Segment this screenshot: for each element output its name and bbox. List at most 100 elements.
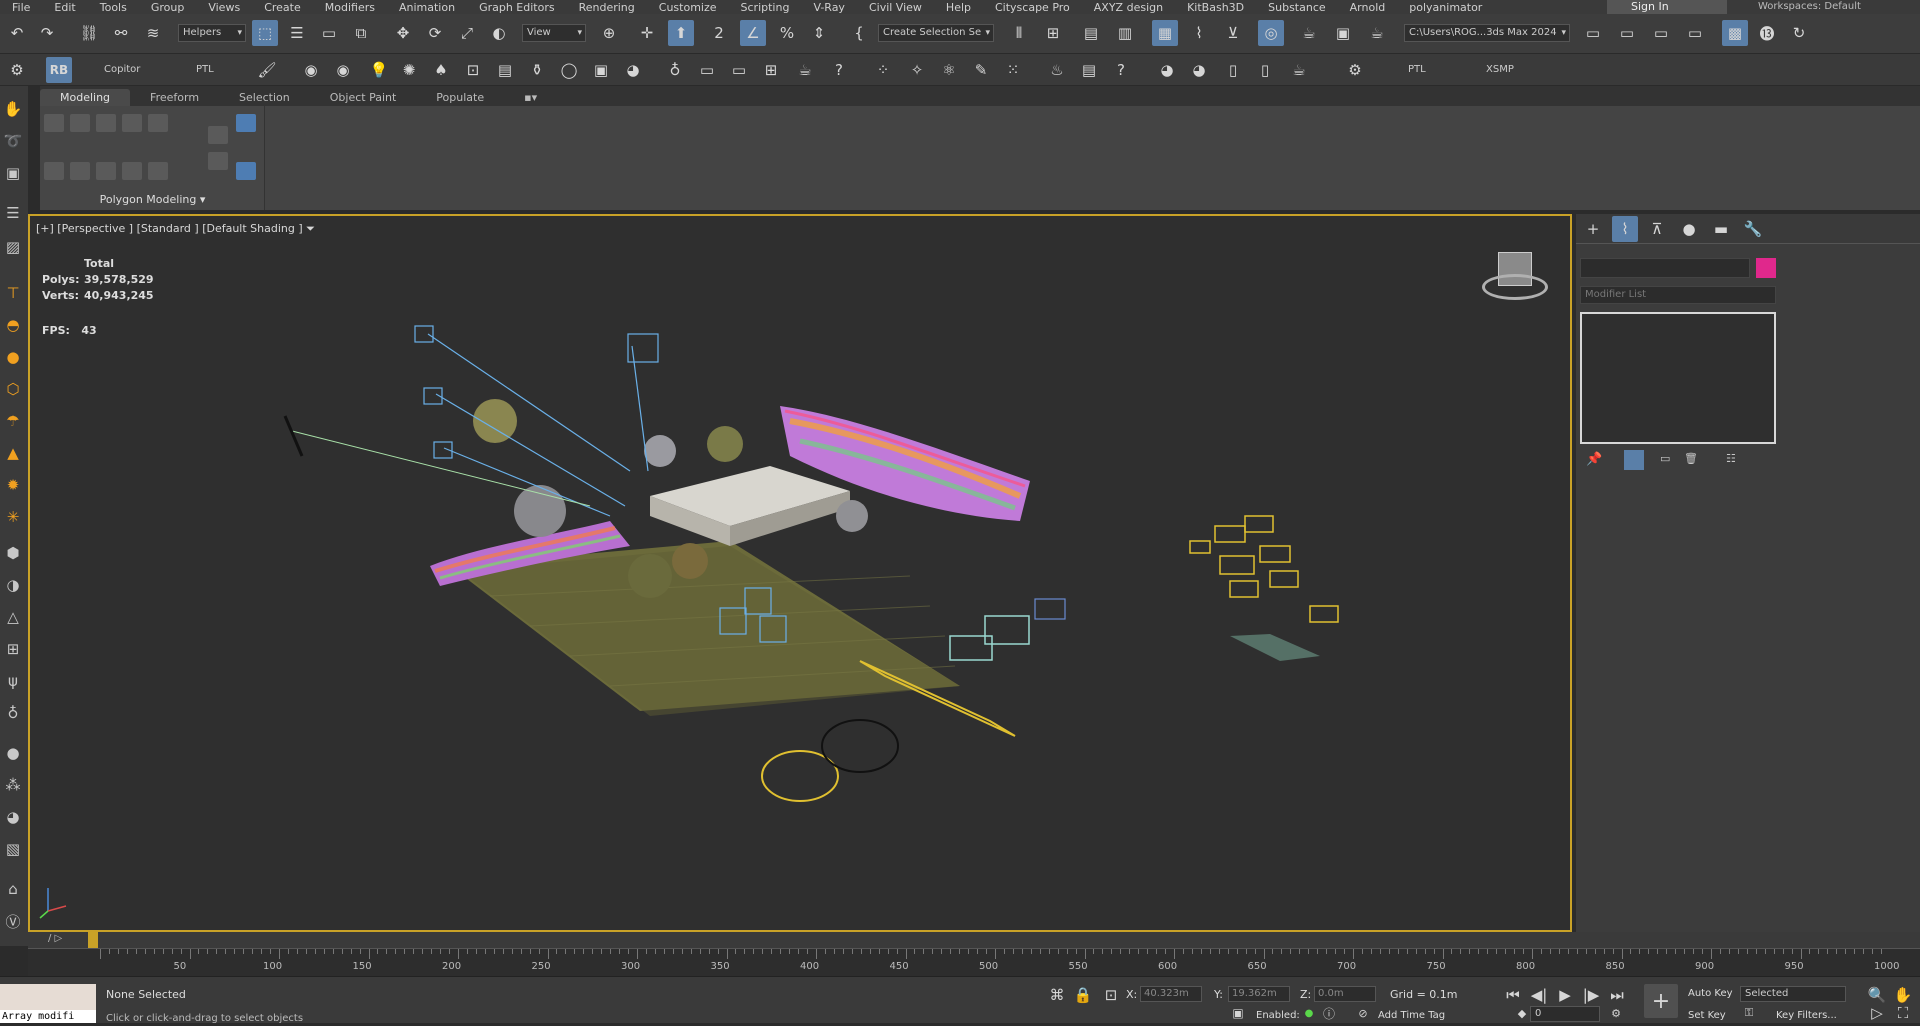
export-icon[interactable]: ▭: [1648, 20, 1674, 46]
umbrella-icon[interactable]: ☂: [2, 410, 24, 432]
refresh-icon[interactable]: ↻: [1786, 20, 1812, 46]
ribbon-panel-title[interactable]: Polygon Modeling ▾: [40, 190, 265, 210]
star-icon[interactable]: ✳: [2, 506, 24, 528]
grid-left-icon[interactable]: ⊞: [2, 638, 24, 660]
counter-icon[interactable]: ⓭: [1754, 20, 1780, 46]
motion-tab-icon[interactable]: ●: [1676, 216, 1702, 242]
tab-populate[interactable]: Populate: [416, 89, 504, 106]
bottle-icon[interactable]: ⚱: [524, 57, 550, 83]
z-coord-field[interactable]: 0.0m: [1314, 986, 1376, 1002]
workspace-selector[interactable]: Workspaces: Default: [1758, 0, 1861, 14]
snaps-toggle-icon[interactable]: 2: [706, 20, 732, 46]
menu-cityscape-pro[interactable]: Cityscape Pro: [983, 1, 1082, 14]
stack-icon[interactable]: [208, 126, 228, 144]
render-left-icon[interactable]: ▧: [2, 838, 24, 860]
enabled-dot-icon[interactable]: ●: [1300, 1004, 1318, 1022]
material-ball-icon[interactable]: ●: [2, 742, 24, 764]
move-icon[interactable]: ✥: [390, 20, 416, 46]
utilities-tab-icon[interactable]: 🔧: [1740, 216, 1766, 242]
menu-help[interactable]: Help: [934, 1, 983, 14]
select-by-name-icon[interactable]: ☰: [284, 20, 310, 46]
border-icon[interactable]: [96, 114, 116, 132]
percent-snap-icon[interactable]: %: [774, 20, 800, 46]
align-icon[interactable]: ⊞: [1040, 20, 1066, 46]
auto-key-button[interactable]: Auto Key: [1688, 988, 1733, 999]
rotate-icon[interactable]: ⟳: [422, 20, 448, 46]
object-name-field[interactable]: [1580, 258, 1750, 278]
menu-substance[interactable]: Substance: [1256, 1, 1338, 14]
show-result-icon[interactable]: [1624, 450, 1644, 470]
paint-ball-icon[interactable]: ◕: [2, 806, 24, 828]
pyramid-icon[interactable]: ▲: [2, 442, 24, 464]
edit-named-selection-icon[interactable]: {: [846, 20, 872, 46]
ribbon-options-icon[interactable]: ▪▾: [504, 89, 557, 106]
configure-icon[interactable]: ☷: [1726, 452, 1736, 465]
time-config-icon[interactable]: ⚙: [1606, 1004, 1626, 1022]
menu-modifiers[interactable]: Modifiers: [313, 1, 387, 14]
lock-icon[interactable]: 🔒: [1070, 982, 1096, 1008]
keyboard-shortcut-toggle-icon[interactable]: ⬆: [668, 20, 694, 46]
time-slider-arrows-icon[interactable]: / ▷: [48, 933, 62, 944]
stack2-icon[interactable]: [208, 152, 228, 170]
x-coord-field[interactable]: 40.323m: [1140, 986, 1202, 1002]
modify-mode5-icon[interactable]: [148, 162, 168, 180]
isolate-icon[interactable]: ⌘: [1044, 982, 1070, 1008]
tab-selection[interactable]: Selection: [219, 89, 310, 106]
select-manipulate-icon[interactable]: ✛: [634, 20, 660, 46]
display-tab-icon[interactable]: ▬: [1708, 216, 1734, 242]
scene-explorer-icon[interactable]: ▤: [1078, 20, 1104, 46]
scale-icon[interactable]: ⤢: [454, 20, 480, 46]
menu-civil-view[interactable]: Civil View: [857, 1, 934, 14]
table-icon[interactable]: ⊤: [2, 282, 24, 304]
angle-snap-icon[interactable]: ∠: [740, 20, 766, 46]
toggle-ribbon-icon[interactable]: ▦: [1152, 20, 1178, 46]
info-icon[interactable]: ⓘ: [1320, 1004, 1338, 1022]
scatter-icon[interactable]: ⁘: [870, 57, 896, 83]
tab-object-paint[interactable]: Object Paint: [310, 89, 417, 106]
torus-icon[interactable]: ◯: [556, 57, 582, 83]
viewcube-ring[interactable]: [1482, 274, 1548, 300]
ball-icon[interactable]: ◕: [1154, 57, 1180, 83]
menu-tools[interactable]: Tools: [88, 1, 139, 14]
save-icon[interactable]: ▩: [1722, 20, 1748, 46]
settings-gear-icon[interactable]: ⚙: [4, 57, 30, 83]
help2-icon[interactable]: ?: [1108, 57, 1134, 83]
set-key-big-icon[interactable]: +: [1644, 984, 1678, 1018]
box-icon[interactable]: ▣: [2, 162, 24, 184]
paint-icon[interactable]: 🖌: [254, 57, 280, 83]
material-editor-icon[interactable]: ◎: [1258, 20, 1284, 46]
mirror-icon[interactable]: ⫴: [1006, 20, 1032, 46]
menu-vray[interactable]: V-Ray: [801, 1, 857, 14]
menu-rendering[interactable]: Rendering: [567, 1, 647, 14]
menu-scripting[interactable]: Scripting: [729, 1, 802, 14]
menu-graph-editors[interactable]: Graph Editors: [467, 1, 567, 14]
show-end-result-icon[interactable]: [236, 162, 256, 180]
render-production-icon[interactable]: ☕: [1364, 20, 1390, 46]
menu-animation[interactable]: Animation: [387, 1, 467, 14]
time-slider[interactable]: / ▷: [28, 932, 1920, 948]
modify-mode4-icon[interactable]: [122, 162, 142, 180]
document-icon[interactable]: ▯: [1220, 57, 1246, 83]
tab-freeform[interactable]: Freeform: [130, 89, 219, 106]
modify-mode2-icon[interactable]: [70, 162, 90, 180]
camera2-icon[interactable]: ◉: [330, 57, 356, 83]
object-color-swatch[interactable]: [1756, 258, 1776, 278]
hand-icon[interactable]: ✋: [2, 98, 24, 120]
menu-arnold[interactable]: Arnold: [1338, 1, 1398, 14]
pin-stack-icon[interactable]: [236, 114, 256, 132]
half-sphere-icon[interactable]: ◓: [2, 314, 24, 336]
selection-filter-dropdown[interactable]: Helpers: [178, 24, 246, 42]
cube-icon[interactable]: ▣: [588, 57, 614, 83]
perspective-viewport[interactable]: [+] [Perspective ] [Standard ] [Default …: [28, 214, 1572, 932]
shapes-icon[interactable]: ⁂: [2, 774, 24, 796]
orbit-nav-icon[interactable]: ▷: [1864, 1000, 1890, 1026]
lasso-icon[interactable]: ➰: [2, 130, 24, 152]
bind-spacewarp-icon[interactable]: ≋: [140, 20, 166, 46]
current-frame-field[interactable]: 0: [1530, 1006, 1600, 1022]
rendered-frame-window-icon[interactable]: ▣: [1330, 20, 1356, 46]
edit-icon[interactable]: ✎: [968, 57, 994, 83]
window-crossing-icon[interactable]: ⧉: [348, 20, 374, 46]
modify-mode3-icon[interactable]: [96, 162, 116, 180]
polygon-icon[interactable]: [122, 114, 142, 132]
element-icon[interactable]: [148, 114, 168, 132]
